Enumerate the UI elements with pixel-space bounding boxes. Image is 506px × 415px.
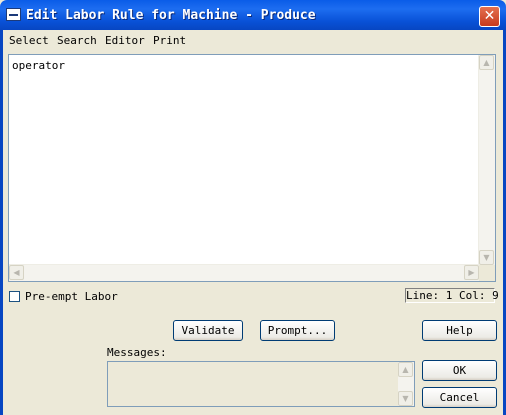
scrollbar-corner bbox=[479, 265, 495, 281]
validate-button[interactable]: Validate bbox=[173, 320, 243, 341]
menu-select[interactable]: Select bbox=[9, 34, 49, 47]
preempt-labor-checkbox[interactable] bbox=[9, 291, 20, 302]
close-button[interactable]: ✕ bbox=[479, 6, 500, 27]
editor-content[interactable]: operator bbox=[12, 59, 65, 72]
menu-print[interactable]: Print bbox=[153, 34, 186, 47]
messages-box[interactable]: ▲ ▼ bbox=[107, 361, 415, 407]
scroll-down-button[interactable]: ▼ bbox=[479, 250, 494, 265]
ok-button[interactable]: OK bbox=[422, 360, 497, 381]
chevron-right-icon: ▶ bbox=[468, 268, 475, 277]
menu-search[interactable]: Search bbox=[57, 34, 97, 47]
scroll-up-button[interactable]: ▲ bbox=[479, 55, 494, 70]
horizontal-scrollbar[interactable]: ◀ ▶ bbox=[9, 264, 479, 281]
prompt-button[interactable]: Prompt... bbox=[260, 320, 335, 341]
line-col-indicator: Line: 1 Col: 9 bbox=[405, 288, 499, 303]
messages-scrollbar[interactable]: ▲ ▼ bbox=[398, 362, 414, 406]
help-button[interactable]: Help bbox=[422, 320, 497, 341]
vertical-scrollbar[interactable]: ▲ ▼ bbox=[478, 55, 495, 265]
chevron-up-icon: ▲ bbox=[402, 365, 409, 374]
messages-scroll-down-button[interactable]: ▼ bbox=[398, 391, 413, 406]
preempt-labor-label[interactable]: Pre-empt Labor bbox=[25, 290, 118, 303]
menu-bar: Select Search Editor Print bbox=[3, 32, 503, 50]
app-window-icon[interactable] bbox=[6, 8, 21, 21]
chevron-left-icon: ◀ bbox=[13, 268, 20, 277]
chevron-down-icon: ▼ bbox=[483, 253, 490, 262]
messages-label: Messages: bbox=[107, 346, 167, 359]
scroll-right-button[interactable]: ▶ bbox=[464, 265, 479, 280]
menu-editor[interactable]: Editor bbox=[105, 34, 145, 47]
cancel-button[interactable]: Cancel bbox=[422, 387, 497, 408]
window-title: Edit Labor Rule for Machine - Produce bbox=[26, 8, 316, 23]
chevron-down-icon: ▼ bbox=[402, 394, 409, 403]
scroll-left-button[interactable]: ◀ bbox=[9, 265, 24, 280]
rule-editor[interactable]: operator ▲ ▼ ◀ ▶ bbox=[8, 54, 496, 282]
window-frame-left bbox=[0, 30, 3, 415]
chevron-up-icon: ▲ bbox=[483, 58, 490, 67]
messages-scroll-up-button[interactable]: ▲ bbox=[398, 362, 413, 377]
close-icon: ✕ bbox=[483, 8, 496, 24]
title-bar[interactable]: Edit Labor Rule for Machine - Produce bbox=[0, 0, 506, 30]
